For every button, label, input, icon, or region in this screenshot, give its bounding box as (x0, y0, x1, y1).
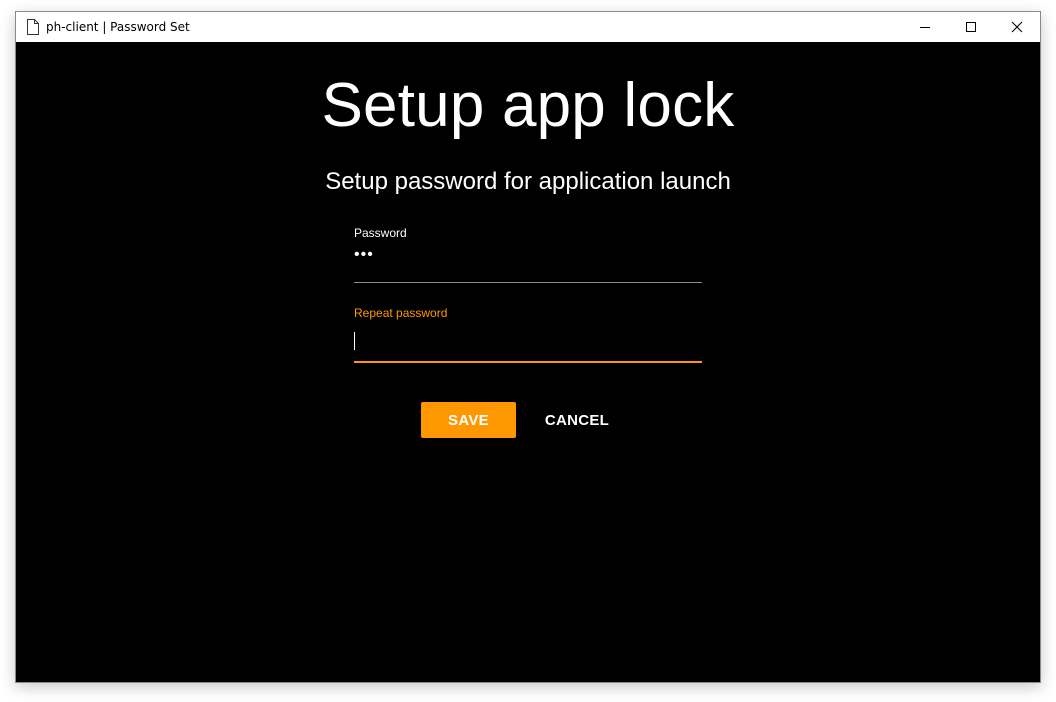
page-title: Setup app lock (321, 71, 735, 140)
app-window: ph-client | Password Set Setup app lock … (15, 11, 1041, 683)
text-cursor (354, 332, 355, 350)
maximize-button[interactable] (948, 12, 994, 42)
save-button[interactable]: SAVE (421, 402, 516, 438)
minimize-button[interactable] (902, 12, 948, 42)
title-bar[interactable]: ph-client | Password Set (16, 12, 1040, 42)
window-controls (902, 12, 1040, 42)
page-subtitle: Setup password for application launch (325, 168, 731, 195)
password-field[interactable]: Password ••• (354, 226, 702, 284)
cancel-button[interactable]: CANCEL (536, 402, 618, 438)
repeat-password-field[interactable]: Repeat password (354, 306, 702, 364)
maximize-icon (966, 22, 976, 32)
document-icon (26, 19, 40, 35)
app-content: Setup app lock Setup password for applic… (16, 42, 1040, 682)
repeat-password-label: Repeat password (354, 306, 448, 320)
password-underline (354, 282, 702, 283)
minimize-icon (920, 27, 930, 28)
window-title: ph-client | Password Set (46, 20, 190, 34)
close-icon (1011, 21, 1023, 33)
repeat-password-underline (354, 361, 702, 363)
close-button[interactable] (994, 12, 1040, 42)
password-label: Password (354, 226, 407, 240)
password-input[interactable]: ••• (354, 246, 374, 264)
